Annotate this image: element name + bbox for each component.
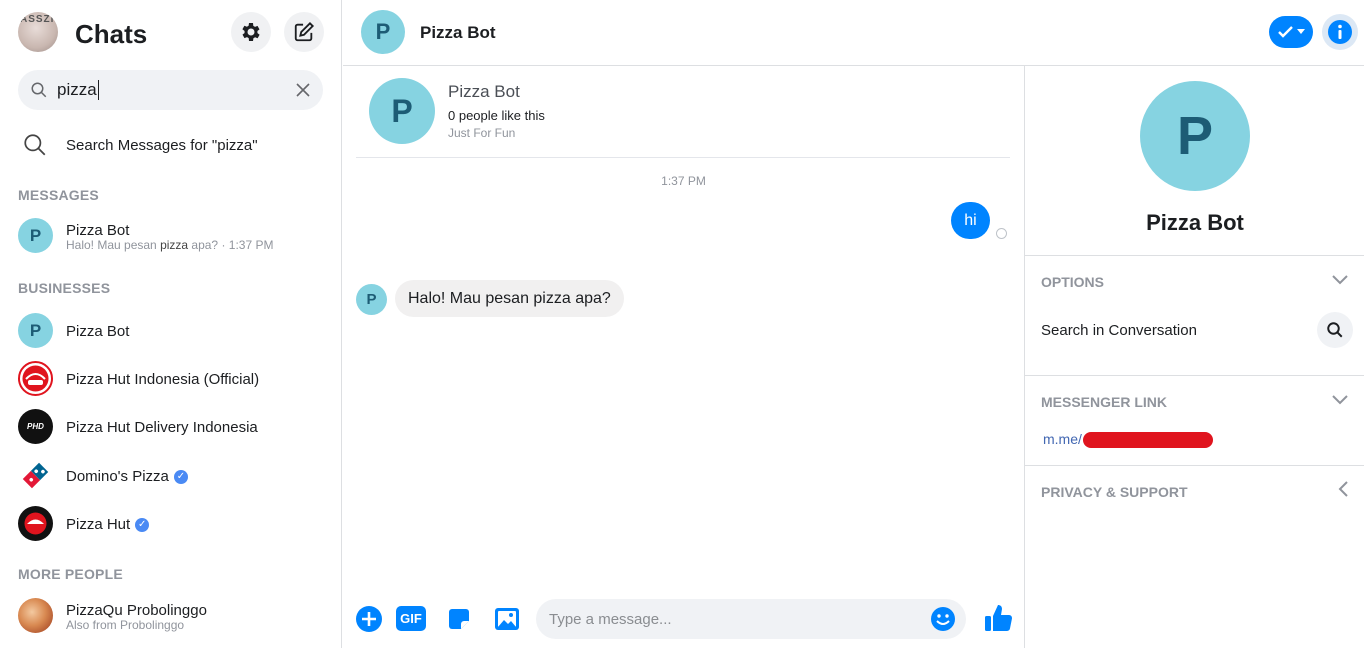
conversation-info-panel: P Pizza Bot OPTIONS Search in Conversati… bbox=[1024, 66, 1364, 648]
avatar[interactable]: P bbox=[1140, 81, 1250, 191]
avatar: P bbox=[18, 218, 53, 253]
messenger-app: ASSZI Chats pizza Search Messages for "p… bbox=[0, 0, 1364, 648]
message-preview: Halo! Mau pesan pizza apa? · 1:37 PM bbox=[66, 238, 273, 252]
clear-icon[interactable] bbox=[295, 82, 311, 98]
new-message-button[interactable] bbox=[284, 12, 324, 52]
contact-name: Pizza Hut Indonesia (Official) bbox=[66, 371, 260, 388]
conversation-profile-card: P Pizza Bot 0 people like this Just For … bbox=[356, 66, 1010, 158]
options-section: OPTIONS Search in Conversation bbox=[1025, 255, 1364, 375]
thumbs-up-icon[interactable] bbox=[983, 602, 1013, 634]
chevron-down-icon bbox=[1296, 29, 1305, 34]
phd-logo-icon: PHD bbox=[18, 409, 53, 444]
section-messages: MESSAGES bbox=[18, 187, 99, 203]
incoming-message-bubble[interactable]: Halo! Mau pesan pizza apa? bbox=[395, 280, 624, 317]
avatar: P bbox=[356, 284, 387, 315]
search-icon bbox=[24, 134, 46, 156]
sticker-icon[interactable] bbox=[445, 605, 473, 633]
done-dropdown-button[interactable] bbox=[1269, 16, 1313, 48]
messenger-link-section: MESSENGER LINK m.me/ bbox=[1025, 375, 1364, 465]
verified-badge-icon: ✓ bbox=[173, 470, 188, 485]
dominos-logo-icon bbox=[18, 458, 53, 493]
contact-name-text: Pizza Hut bbox=[66, 516, 131, 533]
gif-button[interactable]: GIF bbox=[396, 606, 426, 631]
search-messages-label: Search Messages for "pizza" bbox=[66, 137, 258, 154]
options-heading[interactable]: OPTIONS bbox=[1041, 274, 1104, 290]
conversation-info-button[interactable] bbox=[1322, 14, 1358, 50]
contact-name: Domino's Pizza ✓ bbox=[66, 468, 188, 485]
section-more-people: MORE PEOPLE bbox=[18, 566, 123, 582]
message-input-placeholder: Type a message... bbox=[549, 611, 672, 628]
avatar: P bbox=[18, 313, 53, 348]
list-item[interactable]: PHD Pizza Hut Delivery Indonesia bbox=[0, 404, 342, 450]
message-timestamp: 1:37 PM bbox=[661, 174, 706, 188]
sent-status-icon bbox=[996, 228, 1007, 239]
messenger-link[interactable]: m.me/ bbox=[1043, 431, 1213, 449]
contact-name: Pizza Bot bbox=[66, 323, 130, 340]
list-item[interactable]: PizzaQu Probolinggo Also from Probolingg… bbox=[0, 593, 342, 639]
list-item[interactable]: P Pizza Bot bbox=[0, 308, 342, 354]
pizza-hut-logo-icon bbox=[18, 361, 53, 396]
list-item[interactable]: Pizza Hut ✓ bbox=[0, 501, 342, 547]
sidebar-header: ASSZI Chats bbox=[0, 0, 342, 66]
redaction-mark bbox=[1082, 432, 1213, 449]
contact-name-text: Domino's Pizza bbox=[66, 468, 169, 485]
messenger-link-heading[interactable]: MESSENGER LINK bbox=[1041, 394, 1167, 410]
preview-time: apa? · 1:37 PM bbox=[188, 238, 274, 252]
info-icon bbox=[1328, 20, 1352, 44]
search-input-value: pizza bbox=[57, 80, 99, 100]
image-icon[interactable] bbox=[493, 605, 521, 633]
contact-name: Pizza Hut Delivery Indonesia bbox=[66, 419, 258, 436]
profile-name[interactable]: Pizza Bot bbox=[448, 82, 520, 102]
sidebar: ASSZI Chats pizza Search Messages for "p… bbox=[0, 0, 342, 648]
chevron-down-icon[interactable] bbox=[1331, 273, 1349, 285]
checkmark-icon bbox=[1277, 26, 1293, 38]
pizza-hut-logo-icon bbox=[18, 506, 53, 541]
message-composer: GIF Type a message... bbox=[343, 596, 1024, 644]
contact-subtitle: Also from Probolinggo bbox=[66, 618, 185, 632]
chevron-down-icon[interactable] bbox=[1331, 393, 1349, 405]
plus-icon[interactable] bbox=[355, 605, 383, 633]
contact-name: Pizza Hut ✓ bbox=[66, 516, 150, 533]
search-in-conversation-button[interactable] bbox=[1317, 312, 1353, 348]
profile-avatar[interactable]: ASSZI bbox=[18, 12, 58, 52]
list-item[interactable]: Pizza Hut Indonesia (Official) bbox=[0, 356, 342, 402]
avatar[interactable]: P bbox=[369, 78, 435, 144]
contact-name: PizzaQu Probolinggo bbox=[66, 602, 207, 619]
list-item[interactable]: P Pizza Bot Halo! Mau pesan pizza apa? ·… bbox=[0, 213, 342, 259]
privacy-support-section: PRIVACY & SUPPORT bbox=[1025, 465, 1364, 525]
emoji-icon[interactable] bbox=[930, 606, 956, 632]
info-name[interactable]: Pizza Bot bbox=[1025, 210, 1364, 236]
preview-highlight: pizza bbox=[160, 238, 189, 252]
sidebar-title: Chats bbox=[75, 19, 148, 49]
search-input[interactable]: pizza bbox=[18, 70, 323, 110]
list-item[interactable]: Domino's Pizza ✓ bbox=[0, 453, 342, 499]
profile-likes: 0 people like this bbox=[448, 108, 545, 123]
search-in-conversation-label[interactable]: Search in Conversation bbox=[1041, 322, 1197, 339]
search-icon bbox=[31, 82, 47, 98]
profile-category: Just For Fun bbox=[448, 126, 516, 140]
compose-icon bbox=[294, 21, 315, 42]
chevron-left-icon[interactable] bbox=[1337, 480, 1349, 498]
verified-badge-icon: ✓ bbox=[135, 518, 150, 533]
search-icon bbox=[1327, 322, 1343, 338]
avatar bbox=[18, 598, 53, 633]
contact-name: Pizza Bot bbox=[66, 222, 130, 239]
messenger-link-prefix: m.me/ bbox=[1043, 431, 1082, 447]
profile-avatar-text: ASSZI bbox=[20, 14, 55, 25]
domino-tile-icon bbox=[22, 462, 49, 489]
settings-button[interactable] bbox=[231, 12, 271, 52]
pizza-hut-roof-icon bbox=[22, 365, 49, 392]
message-input[interactable]: Type a message... bbox=[536, 599, 966, 639]
section-businesses: BUSINESSES bbox=[18, 280, 111, 296]
gear-icon bbox=[242, 23, 260, 41]
preview-text: Halo! Mau pesan bbox=[66, 238, 161, 252]
pizza-hut-roof-icon bbox=[24, 512, 47, 535]
search-messages-item[interactable]: Search Messages for "pizza" bbox=[18, 130, 323, 160]
privacy-support-heading[interactable]: PRIVACY & SUPPORT bbox=[1041, 484, 1188, 500]
conversation-pane: P Pizza Bot 0 people like this Just For … bbox=[343, 0, 1024, 648]
outgoing-message-bubble[interactable]: hi bbox=[951, 202, 990, 239]
